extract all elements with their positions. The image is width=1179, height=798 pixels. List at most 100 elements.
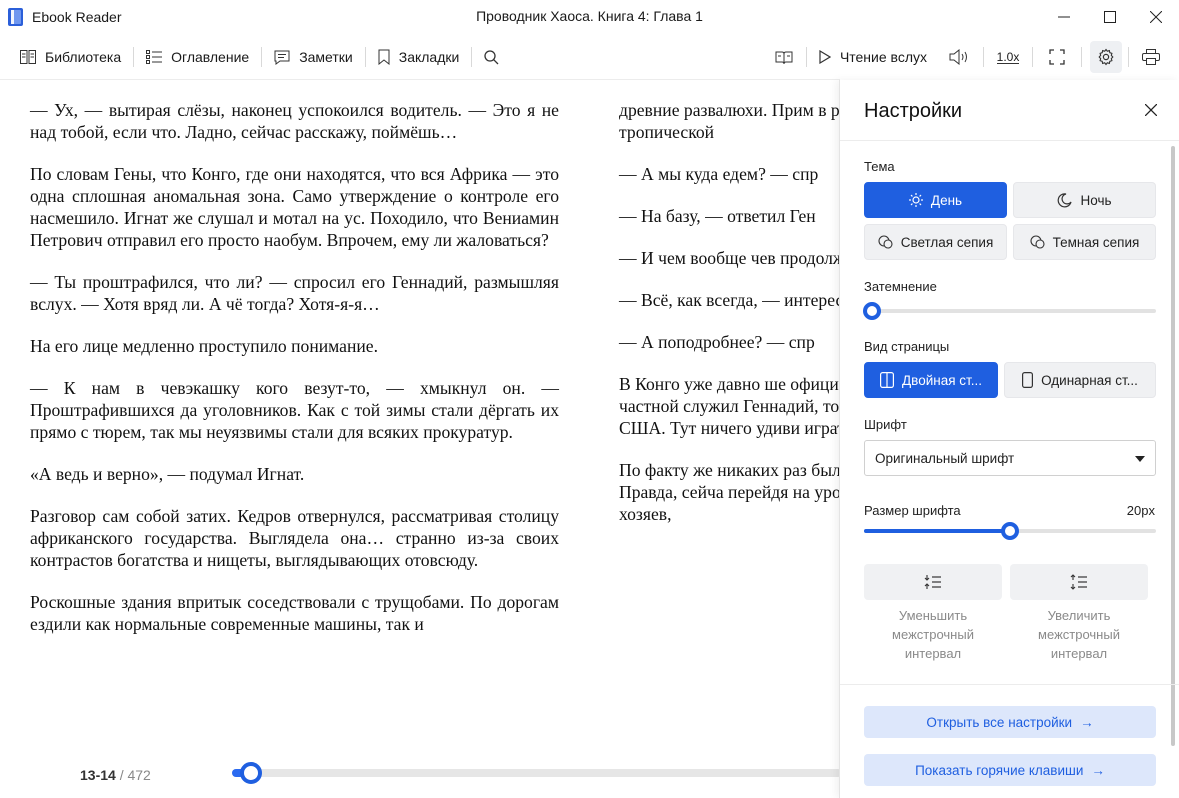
settings-button[interactable]	[1090, 41, 1122, 73]
decrease-line-spacing-caption: Уменьшить межстрочный интервал	[892, 608, 974, 661]
library-label: Библиотека	[45, 49, 122, 65]
speed-value: 1.0x	[996, 49, 1020, 64]
total-pages: 472	[127, 767, 151, 783]
search-button[interactable]	[472, 41, 520, 73]
close-settings-button[interactable]	[1141, 100, 1161, 120]
paragraph: В Конго уже давно ше официальными властя…	[619, 374, 840, 438]
paragraph: — А поподробнее? — спр	[619, 332, 815, 352]
font-select[interactable]: Оригинальный шрифт	[864, 440, 1156, 476]
theme-dark-sepia-button[interactable]: Темная сепия	[1013, 224, 1156, 260]
font-size-slider-fill	[864, 529, 1010, 533]
toolbar: Библиотека Оглавление Заметки Закладки Ч…	[0, 40, 1179, 74]
font-size-slider-handle[interactable]	[1001, 522, 1019, 540]
app-name: Ebook Reader	[32, 8, 122, 25]
sun-icon	[908, 193, 923, 207]
play-icon	[819, 50, 831, 64]
notes-button[interactable]: Заметки	[262, 41, 365, 73]
current-pages: 13-14	[80, 767, 116, 783]
bookmarks-button[interactable]: Закладки	[366, 41, 472, 73]
open-all-settings-label: Открыть все настройки	[926, 714, 1073, 730]
bookmark-icon	[378, 49, 390, 65]
font-size-label: Размер шрифта	[864, 503, 961, 518]
volume-button[interactable]	[943, 41, 975, 73]
title-bar: Ebook Reader Проводник Хаоса. Книга 4: Г…	[0, 0, 1179, 33]
contents-label: Оглавление	[171, 49, 250, 65]
font-size-value: 20px	[1126, 503, 1155, 518]
library-button[interactable]: Библиотека	[0, 41, 133, 73]
dim-label: Затемнение	[864, 279, 937, 294]
theme-night-button[interactable]: Ночь	[1013, 182, 1156, 218]
toolbar-divider	[1032, 47, 1033, 67]
fullscreen-icon	[1049, 49, 1065, 65]
paragraph: — Всё, как всегда, — интересы Родины там…	[619, 290, 840, 310]
toolbar-divider	[1081, 47, 1082, 67]
font-label: Шрифт	[864, 417, 907, 432]
close-window-button[interactable]	[1133, 0, 1179, 33]
speed-button[interactable]: 1.0x	[992, 41, 1024, 73]
read-aloud-label: Чтение вслух	[839, 49, 927, 65]
moon-icon	[1058, 192, 1073, 207]
theme-night-label: Ночь	[1080, 192, 1112, 208]
window-title: Проводник Хаоса. Книга 4: Глава 1	[476, 8, 703, 24]
paragraph: — На базу, — ответил Ген	[619, 206, 816, 226]
line-spacing-increase-icon	[1070, 574, 1087, 590]
bookmarks-label: Закладки	[398, 49, 460, 65]
dim-slider[interactable]	[872, 309, 1156, 313]
dim-slider-handle[interactable]	[863, 302, 881, 320]
gear-icon	[1098, 48, 1114, 66]
theme-label: Тема	[864, 159, 895, 174]
theme-dark-sepia-label: Темная сепия	[1052, 234, 1140, 250]
printer-icon	[1142, 49, 1160, 65]
sepia-icon	[1030, 235, 1045, 249]
show-hotkeys-button[interactable]: Показать горячие клавиши →	[864, 754, 1156, 786]
panel-scrollbar[interactable]	[1171, 146, 1175, 746]
open-all-settings-button[interactable]: Открыть все настройки →	[864, 706, 1156, 738]
paragraph: древние развалюхи. Прим в разномастных н…	[619, 100, 840, 142]
toolbar-divider	[983, 47, 984, 67]
arrow-right-icon: →	[1080, 714, 1094, 730]
progress-handle[interactable]	[240, 762, 263, 784]
line-spacing-decrease-icon	[924, 575, 941, 589]
minimize-button[interactable]	[1041, 0, 1087, 33]
reading-mode-button[interactable]	[768, 41, 800, 73]
single-page-label: Одинарная ст...	[1041, 372, 1138, 388]
book-view-icon	[775, 51, 793, 65]
toolbar-divider	[1128, 47, 1129, 67]
double-page-label: Двойная ст...	[902, 372, 982, 388]
theme-day-label: День	[930, 192, 963, 208]
reading-footer: 13-14 / 472	[0, 755, 842, 795]
volume-icon	[949, 49, 967, 65]
show-hotkeys-label: Показать горячие клавиши	[915, 762, 1084, 778]
increase-line-spacing-caption: Увеличить межстрочный интервал	[1038, 608, 1120, 661]
settings-title: Настройки	[864, 100, 963, 122]
theme-light-sepia-button[interactable]: Светлая сепия	[864, 224, 1007, 260]
increase-line-spacing-button[interactable]	[1010, 564, 1148, 600]
arrow-right-icon: →	[1091, 762, 1105, 778]
double-page-icon	[880, 372, 895, 388]
page-indicator: 13-14 / 472	[80, 767, 151, 783]
read-aloud-button[interactable]: Чтение вслух	[807, 41, 939, 73]
fullscreen-button[interactable]	[1041, 41, 1073, 73]
single-page-icon	[1022, 372, 1034, 388]
search-icon	[484, 49, 499, 64]
sepia-icon	[878, 235, 893, 249]
print-button[interactable]	[1135, 41, 1167, 73]
maximize-button[interactable]	[1087, 0, 1133, 33]
page-separator: /	[119, 767, 124, 783]
app-logo-icon	[6, 7, 26, 27]
decrease-line-spacing-button[interactable]	[864, 564, 1002, 600]
progress-bar[interactable]	[232, 769, 842, 777]
double-page-button[interactable]: Двойная ст...	[864, 362, 998, 398]
library-icon	[20, 50, 36, 64]
notes-icon	[274, 50, 290, 65]
contents-button[interactable]: Оглавление	[134, 41, 261, 73]
theme-day-button[interactable]: День	[864, 182, 1007, 218]
page-view-label: Вид страницы	[864, 339, 950, 354]
caret-down-icon	[1135, 456, 1145, 462]
single-page-button[interactable]: Одинарная ст...	[1004, 362, 1156, 398]
close-icon	[1145, 104, 1157, 116]
right-page: древние развалюхи. Прим в разномастных н…	[619, 99, 840, 545]
list-icon	[146, 50, 163, 64]
right-page-clip: древние развалюхи. Прим в разномастных н…	[0, 80, 840, 740]
notes-label: Заметки	[299, 49, 353, 65]
